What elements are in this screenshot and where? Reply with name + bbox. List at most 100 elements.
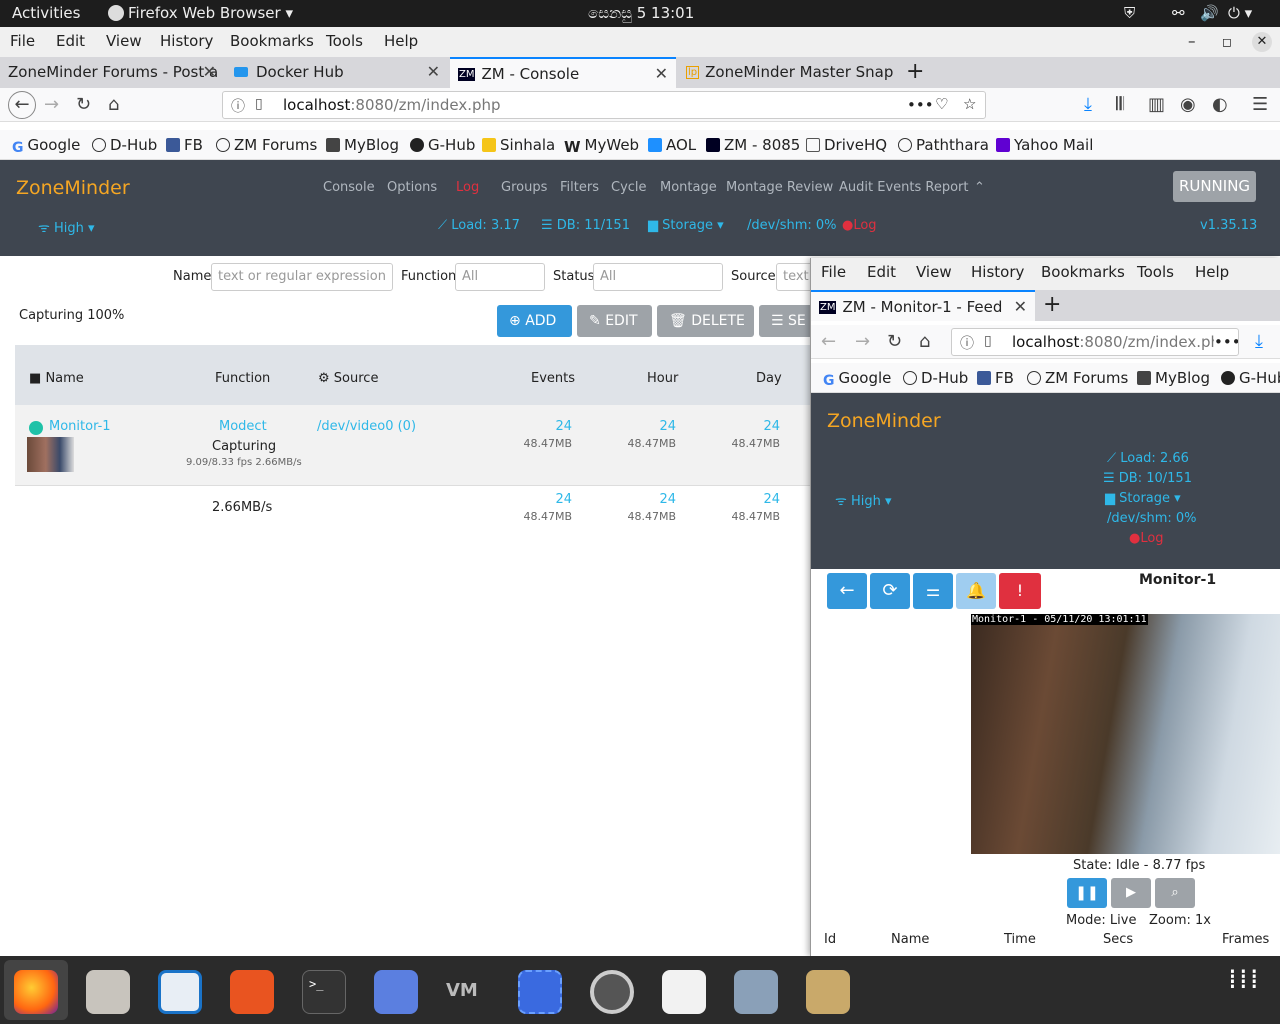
column-day[interactable]: Day bbox=[756, 371, 782, 386]
pocket-icon[interactable]: ♡ bbox=[935, 95, 948, 113]
info-icon[interactable]: ⓘ bbox=[231, 96, 245, 116]
day-count-link[interactable]: 24 bbox=[728, 419, 780, 434]
bandwidth-dropdown[interactable]: ᯤ High ▾ bbox=[835, 491, 892, 509]
bookmark-google[interactable]: G Google bbox=[823, 369, 891, 389]
minimize-icon[interactable]: – bbox=[1188, 32, 1196, 50]
url-bar[interactable]: ⓘ ▯ localhost:8080/zm/index.php ••• ♡ ☆ bbox=[222, 91, 986, 119]
bookmark-paththara[interactable]: Paththara bbox=[898, 136, 989, 154]
tab-zm-console[interactable]: ZM ZM - Console ✕ bbox=[450, 57, 676, 88]
library-icon[interactable]: 𝄃𝄃 bbox=[1116, 94, 1124, 115]
archive-installer-icon[interactable] bbox=[806, 970, 850, 1014]
screenshot-icon[interactable] bbox=[518, 970, 562, 1014]
sidebar-icon[interactable]: ▥ bbox=[1148, 94, 1165, 115]
nav-cycle[interactable]: Cycle bbox=[611, 180, 647, 195]
media-player-icon[interactable] bbox=[734, 970, 778, 1014]
vmware-icon[interactable]: VM bbox=[446, 970, 490, 1014]
info-icon[interactable]: ⓘ bbox=[960, 333, 974, 353]
forward-icon[interactable]: → bbox=[855, 331, 870, 352]
events-column-time[interactable]: Time bbox=[1004, 932, 1036, 947]
back-icon[interactable]: ← bbox=[8, 91, 36, 119]
menu-file[interactable]: File bbox=[10, 32, 35, 50]
new-tab-icon[interactable]: + bbox=[1043, 292, 1061, 317]
bookmark-zm-8085[interactable]: ZM - 8085 bbox=[706, 136, 800, 154]
column-name[interactable]: ■ Name bbox=[29, 371, 84, 386]
total-day-link[interactable]: 24 bbox=[728, 492, 780, 507]
bookmark-dhub[interactable]: D-Hub bbox=[903, 369, 968, 387]
delete-button[interactable]: 🗑 DELETE bbox=[657, 305, 754, 337]
menu-edit[interactable]: Edit bbox=[867, 263, 896, 281]
alarm-button[interactable]: ! bbox=[999, 573, 1041, 609]
settings-sliders-button[interactable]: ⚌ bbox=[913, 573, 953, 609]
nav-log[interactable]: Log bbox=[456, 180, 479, 195]
filter-name-input[interactable]: text or regular expression bbox=[211, 263, 393, 291]
live-video-feed[interactable]: Monitor-1 - 05/11/20 13:01:11 bbox=[971, 614, 1280, 854]
menu-history[interactable]: History bbox=[971, 263, 1024, 281]
close-window-icon[interactable]: ✕ bbox=[1252, 32, 1272, 52]
app-menu[interactable]: Firefox Web Browser ▾ bbox=[108, 4, 293, 22]
bookmark-ghub[interactable]: G-Hub bbox=[1221, 369, 1280, 387]
menu-tools[interactable]: Tools bbox=[1137, 263, 1174, 281]
monitor-thumbnail[interactable] bbox=[27, 437, 74, 472]
filter-function-select[interactable]: All bbox=[455, 263, 545, 291]
bookmark-google[interactable]: G Google bbox=[12, 136, 80, 156]
extension-icon[interactable]: ◐ bbox=[1212, 94, 1228, 115]
new-tab-icon[interactable]: + bbox=[906, 59, 924, 84]
close-tab-icon[interactable]: ✕ bbox=[1014, 297, 1027, 316]
events-column-frames[interactable]: Frames bbox=[1222, 932, 1269, 947]
zm-brand[interactable]: ZoneMinder bbox=[16, 177, 130, 199]
back-arrow-button[interactable]: ← bbox=[827, 573, 867, 609]
files-icon[interactable] bbox=[86, 970, 130, 1014]
bookmark-zm-forums[interactable]: ZM Forums bbox=[216, 136, 317, 154]
bookmark-ghub[interactable]: G-Hub bbox=[410, 136, 475, 154]
version-label[interactable]: v1.35.13 bbox=[1200, 218, 1257, 233]
bandwidth-dropdown[interactable]: ᯤ High ▾ bbox=[38, 218, 95, 236]
zoom-out-button[interactable]: ⌕ bbox=[1155, 878, 1195, 908]
software-center-icon[interactable] bbox=[230, 970, 274, 1014]
bookmark-myweb[interactable]: W MyWeb bbox=[564, 136, 639, 156]
close-tab-icon[interactable]: ✕ bbox=[203, 62, 216, 81]
bookmark-sinhala[interactable]: Sinhala bbox=[482, 136, 555, 154]
menu-help[interactable]: Help bbox=[1195, 263, 1229, 281]
bookmark-drivehq[interactable]: DriveHQ bbox=[806, 136, 887, 154]
menu-tools[interactable]: Tools bbox=[326, 32, 363, 50]
refresh-button[interactable]: ⟳ bbox=[870, 573, 910, 609]
bookmark-dhub[interactable]: D-Hub bbox=[92, 136, 157, 154]
nav-filters[interactable]: Filters bbox=[560, 180, 599, 195]
remote-desktop-icon[interactable] bbox=[374, 970, 418, 1014]
select-button[interactable]: ☰ SE bbox=[759, 305, 814, 337]
clock[interactable]: සෙනසු 5 13:01 bbox=[588, 4, 694, 22]
bell-button[interactable]: 🔔 bbox=[956, 573, 996, 609]
monitor-name-link[interactable]: Monitor-1 bbox=[49, 419, 111, 434]
popup-url-bar[interactable]: ⓘ ▯ localhost:8080/zm/index.ph ••• bbox=[951, 328, 1239, 356]
close-tab-icon[interactable]: ✕ bbox=[427, 62, 440, 81]
firefox-icon[interactable] bbox=[14, 970, 58, 1014]
show-apps-grid-icon[interactable]: ⁞⁞⁞ bbox=[1228, 965, 1261, 993]
nav-audit-events-report[interactable]: Audit Events Report bbox=[839, 180, 968, 195]
menu-bookmarks[interactable]: Bookmarks bbox=[230, 32, 314, 50]
edit-button[interactable]: ✎ EDIT bbox=[577, 305, 652, 337]
tab-docker-hub[interactable]: Docker Hub ✕ bbox=[226, 57, 448, 88]
menu-edit[interactable]: Edit bbox=[56, 32, 85, 50]
tab-zm-forums[interactable]: ZoneMinder Forums - Post a ✕ bbox=[0, 57, 224, 88]
home-icon[interactable]: ⌂ bbox=[919, 331, 930, 352]
page-actions-icon[interactable]: ••• bbox=[1214, 333, 1238, 351]
back-icon[interactable]: ← bbox=[821, 331, 836, 352]
bookmark-yahoo-mail[interactable]: Yahoo Mail bbox=[996, 136, 1093, 154]
column-source[interactable]: ⚙ Source bbox=[318, 371, 378, 386]
volume-icon[interactable]: 🔊 bbox=[1200, 4, 1219, 22]
zm-brand[interactable]: ZoneMinder bbox=[827, 410, 941, 432]
events-column-secs[interactable]: Secs bbox=[1103, 932, 1133, 947]
writer-icon[interactable] bbox=[158, 970, 202, 1014]
play-button[interactable]: ▶ bbox=[1111, 878, 1151, 908]
log-indicator[interactable]: ●Log bbox=[1129, 531, 1164, 546]
bookmark-fb[interactable]: FB bbox=[166, 136, 203, 154]
nav-montage-review[interactable]: Montage Review bbox=[726, 180, 833, 195]
menu-bookmarks[interactable]: Bookmarks bbox=[1041, 263, 1125, 281]
bookmark-aol[interactable]: AOL bbox=[648, 136, 696, 154]
total-hour-link[interactable]: 24 bbox=[624, 492, 676, 507]
bookmark-myblog[interactable]: MyBlog bbox=[326, 136, 399, 154]
power-icon[interactable]: ⏻ ▾ bbox=[1228, 4, 1252, 22]
downloads-icon[interactable]: ⤓ bbox=[1255, 331, 1263, 352]
events-count-link[interactable]: 24 bbox=[520, 419, 572, 434]
column-function[interactable]: Function bbox=[215, 371, 270, 386]
